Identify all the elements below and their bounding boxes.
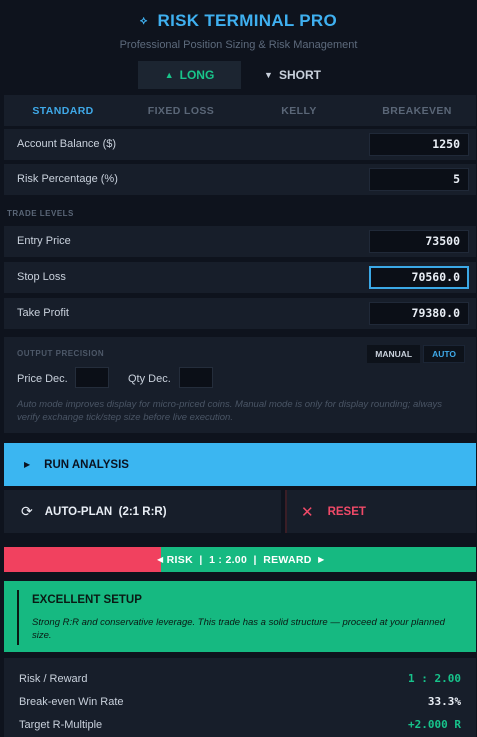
triangle-up-icon: ▲ <box>164 70 174 80</box>
stat-value: 1 : 2.00 <box>408 672 461 685</box>
verdict-accent-bar <box>17 590 19 645</box>
qty-decimals-input[interactable] <box>179 367 213 388</box>
app-title: ⟡ RISK TERMINAL PRO <box>0 11 477 31</box>
entry-price-input[interactable]: 73500 <box>369 230 469 253</box>
stat-row: Target R-Multiple +2.000 R <box>4 714 476 734</box>
risk-reward-caption: ◀ RISK | 1 : 2.00 | REWARD ▶ <box>157 553 325 566</box>
entry-price-label: Entry Price <box>17 235 71 247</box>
app-subtitle: Professional Position Sizing & Risk Mana… <box>119 39 358 51</box>
tab-fixed-loss[interactable]: FIXED LOSS <box>122 95 240 126</box>
verdict-panel: EXCELLENT SETUP Strong R:R and conservat… <box>4 581 476 652</box>
short-button[interactable]: ▼ SHORT <box>241 61 344 89</box>
account-balance-input[interactable]: 1250 <box>369 133 469 156</box>
tab-standard[interactable]: STANDARD <box>4 95 122 126</box>
verdict-description: Strong R:R and conservative leverage. Th… <box>32 617 445 641</box>
close-icon: ✕ <box>301 503 314 521</box>
run-analysis-label: RUN ANALYSIS <box>44 458 129 471</box>
stat-value: +2.000 R <box>408 718 461 731</box>
direction-toggle: ▲ LONG ▼ SHORT <box>138 61 338 89</box>
stop-loss-row: Stop Loss 70560.0 <box>4 262 476 293</box>
risk-reward-bar: ◀ RISK | 1 : 2.00 | REWARD ▶ <box>4 547 476 572</box>
stat-row: Break-even Win Rate 33.3% <box>4 691 476 711</box>
risk-segment <box>4 547 162 572</box>
account-balance-label: Account Balance ($) <box>17 138 117 150</box>
risk-percentage-row: Risk Percentage (%) 5 <box>4 164 476 195</box>
take-profit-input[interactable]: 79380.0 <box>369 302 469 325</box>
stop-loss-input[interactable]: 70560.0 <box>369 266 469 289</box>
ratio-caption: 1 : 2.00 <box>209 553 248 566</box>
app-title-text: RISK TERMINAL PRO <box>157 11 338 30</box>
price-decimals-label: Price Dec. <box>17 373 68 385</box>
app-header: ⟡ RISK TERMINAL PRO Professional Position… <box>0 0 477 60</box>
reset-button[interactable]: ✕ RESET <box>285 490 476 533</box>
manual-mode-button[interactable]: MANUAL <box>367 345 421 363</box>
stat-label: Risk / Reward <box>19 673 88 685</box>
stat-row: Risk / Reward 1 : 2.00 <box>4 668 476 688</box>
take-profit-label: Take Profit <box>17 307 69 319</box>
reward-caption: REWARD <box>263 553 312 566</box>
play-icon: ▶ <box>24 460 31 469</box>
auto-plan-label: AUTO-PLAN (2:1 R:R) <box>44 505 167 518</box>
precision-help-text: Auto mode improves display for micro-pri… <box>17 399 443 423</box>
output-precision-panel: OUTPUT PRECISION MANUAL AUTO Price Dec. … <box>4 337 476 433</box>
arrow-left-icon: ◀ <box>157 555 164 564</box>
precision-mode-switch: MANUAL AUTO <box>367 345 465 363</box>
stop-loss-label: Stop Loss <box>17 271 66 283</box>
stat-label: Target R-Multiple <box>19 719 103 731</box>
diamond-icon: ⟡ <box>139 15 148 27</box>
account-balance-row: Account Balance ($) 1250 <box>4 129 476 160</box>
reset-label: RESET <box>327 505 366 518</box>
short-label: SHORT <box>278 68 321 82</box>
risk-caption: RISK <box>166 553 193 566</box>
risk-percentage-label: Risk Percentage (%) <box>17 173 118 185</box>
mode-tabs: STANDARD FIXED LOSS KELLY BREAKEVEN <box>4 95 476 126</box>
take-profit-row: Take Profit 79380.0 <box>4 298 476 329</box>
tab-kelly[interactable]: KELLY <box>240 95 358 126</box>
output-precision-heading: OUTPUT PRECISION <box>17 349 105 358</box>
arrow-right-icon: ▶ <box>318 555 325 564</box>
run-analysis-button[interactable]: ▶ RUN ANALYSIS <box>4 443 476 486</box>
risk-percentage-input[interactable]: 5 <box>369 168 469 191</box>
price-decimals-input[interactable] <box>75 367 109 388</box>
long-button[interactable]: ▲ LONG <box>138 61 241 89</box>
long-label: LONG <box>179 68 215 82</box>
auto-mode-button[interactable]: AUTO <box>423 345 465 363</box>
verdict-title: EXCELLENT SETUP <box>32 594 142 606</box>
auto-plan-button[interactable]: ⟳ AUTO-PLAN (2:1 R:R) <box>4 490 281 533</box>
stat-value: 33.3% <box>427 695 461 708</box>
triangle-down-icon: ▼ <box>264 70 273 80</box>
qty-decimals-label: Qty Dec. <box>128 373 171 385</box>
tab-breakeven[interactable]: BREAKEVEN <box>358 95 476 126</box>
stats-panel: Risk / Reward 1 : 2.00 Break-even Win Ra… <box>4 658 476 737</box>
trade-levels-heading: TRADE LEVELS <box>7 209 74 218</box>
refresh-icon: ⟳ <box>21 503 33 519</box>
stat-label: Break-even Win Rate <box>19 696 124 708</box>
entry-price-row: Entry Price 73500 <box>4 226 476 257</box>
